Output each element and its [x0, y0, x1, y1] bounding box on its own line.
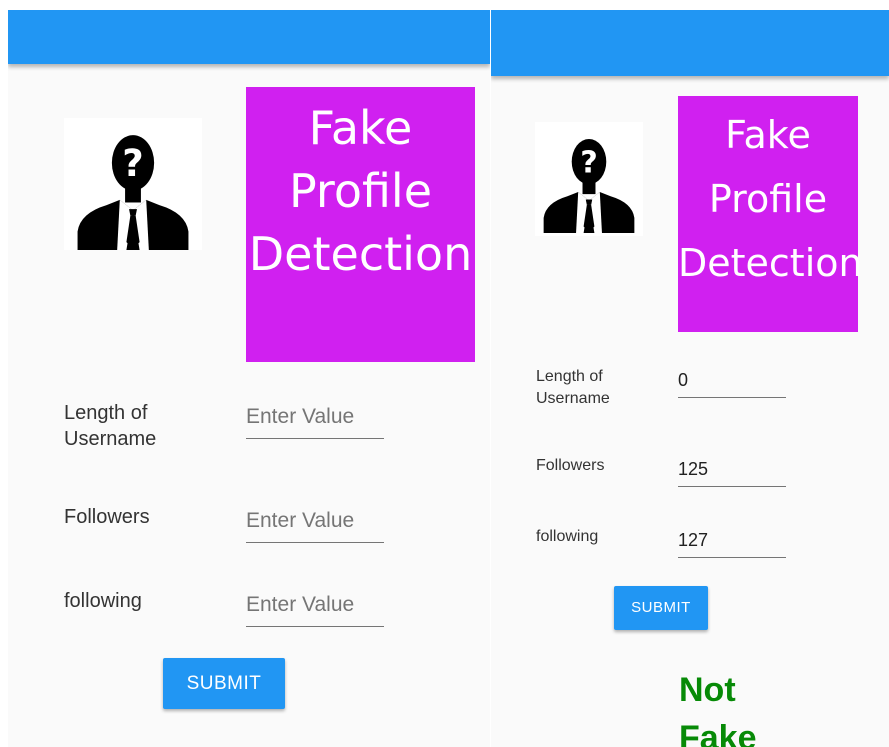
submit-button[interactable]: SUBMIT: [614, 586, 708, 630]
following-input[interactable]: [678, 526, 786, 554]
following-field[interactable]: [246, 588, 384, 627]
app-bar: [8, 10, 490, 64]
app-title-banner: Fake Profile Detection: [246, 87, 475, 362]
field-label-username-length: Length of Username: [64, 402, 157, 450]
username-length-input[interactable]: [678, 366, 786, 394]
unknown-person-icon: ?: [535, 122, 643, 236]
field-label-username-length: Length of Username: [536, 368, 610, 407]
app-title-line: Fake: [725, 113, 811, 157]
app-title-line: Fake: [308, 101, 413, 155]
app-title-line: Detection: [248, 227, 473, 281]
screen-empty-form: ? Fake Profile Detection Length of Usern…: [8, 10, 490, 747]
app-title-banner: Fake Profile Detection: [678, 96, 863, 332]
submit-button[interactable]: SUBMIT: [163, 658, 285, 709]
following-field[interactable]: [678, 526, 786, 558]
username-length-field[interactable]: [246, 400, 384, 439]
prediction-result: Not Fake: [679, 671, 757, 747]
followers-input[interactable]: [246, 504, 384, 538]
app-title-line: Profile: [288, 164, 433, 218]
field-label-followers: Followers: [64, 506, 150, 528]
screen-result: ? Fake Profile Detection Length of Usern…: [491, 10, 889, 747]
app-title-line: Detection: [678, 241, 863, 285]
svg-text:?: ?: [122, 142, 143, 185]
unknown-person-icon: ?: [64, 118, 202, 250]
app-bar: [491, 10, 889, 76]
followers-input[interactable]: [678, 455, 786, 483]
app-title-line: Profile: [708, 177, 828, 221]
username-length-input[interactable]: [246, 400, 384, 434]
followers-field[interactable]: [678, 455, 786, 487]
field-label-following: following: [64, 590, 142, 612]
username-length-field[interactable]: [678, 366, 786, 398]
svg-text:?: ?: [580, 146, 598, 181]
field-label-followers: Followers: [536, 457, 605, 474]
followers-field[interactable]: [246, 504, 384, 543]
field-label-following: following: [536, 528, 599, 545]
following-input[interactable]: [246, 588, 384, 622]
